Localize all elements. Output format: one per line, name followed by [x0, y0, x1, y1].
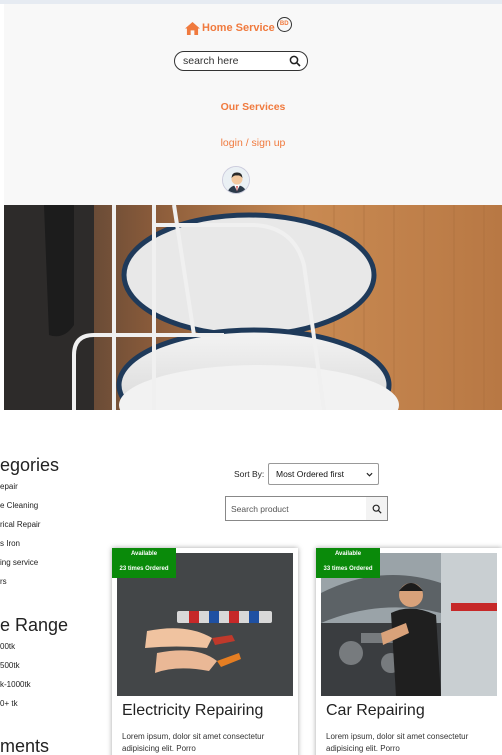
search-icon[interactable] [289, 55, 301, 67]
search-icon [372, 504, 382, 514]
service-card[interactable]: Available 33 times Ordered Car Repairing… [316, 548, 502, 755]
sort-selected-value: Most Ordered first [276, 469, 345, 479]
nav-login-signup[interactable]: login / sign up [4, 137, 502, 149]
service-card[interactable]: Available 23 times Ordered Electricity R… [112, 548, 298, 755]
service-title[interactable]: Electricity Repairing [122, 702, 263, 720]
third-heading: ments [0, 736, 50, 755]
badge-status: Available [334, 551, 362, 557]
site-header: Home Service BD Our Services login / sig… [4, 4, 502, 205]
brand-name: Home Service [202, 22, 275, 34]
badge-orders: 33 times Ordered [323, 566, 373, 572]
nav-our-services[interactable]: Our Services [4, 101, 502, 113]
category-item[interactable]: rs [0, 577, 7, 586]
product-search-button[interactable] [366, 497, 387, 520]
service-title[interactable]: Car Repairing [326, 702, 425, 720]
availability-badge: Available 23 times Ordered [112, 548, 176, 578]
price-item[interactable]: 00tk [0, 642, 15, 651]
price-item[interactable]: 500tk [0, 661, 20, 670]
category-item[interactable]: e Cleaning [0, 501, 38, 510]
brand-logo[interactable]: Home Service BD [185, 16, 292, 38]
badge-orders: 23 times Ordered [119, 566, 169, 572]
search-input[interactable] [183, 54, 283, 68]
chevron-down-icon [366, 472, 373, 477]
category-item[interactable]: s Iron [0, 539, 20, 548]
category-item[interactable]: rical Repair [0, 520, 40, 529]
site-search [174, 51, 308, 71]
user-avatar[interactable] [222, 166, 250, 194]
category-item[interactable]: epair [0, 482, 18, 491]
service-description: Lorem ipsum, dolor sit amet consectetur … [326, 732, 469, 753]
brand-badge: BD [276, 16, 292, 32]
home-icon [185, 21, 200, 35]
availability-badge: Available 33 times Ordered [316, 548, 380, 578]
price-range-heading: e Range [0, 615, 69, 635]
hero-image [4, 205, 502, 410]
price-item[interactable]: 0+ tk [0, 699, 18, 708]
service-description: Lorem ipsum, dolor sit amet consectetur … [122, 732, 265, 753]
categories-heading: egories [0, 455, 60, 475]
product-search-input[interactable] [226, 497, 367, 520]
category-item[interactable]: ing service [0, 558, 38, 567]
filter-sidebar: egories epair e Cleaning rical Repair s … [0, 452, 110, 755]
sort-select[interactable]: Most Ordered first [268, 463, 379, 485]
badge-status: Available [130, 551, 158, 557]
product-search [225, 496, 388, 521]
price-item[interactable]: k-1000tk [0, 680, 31, 689]
sort-label: Sort By: [234, 469, 265, 479]
